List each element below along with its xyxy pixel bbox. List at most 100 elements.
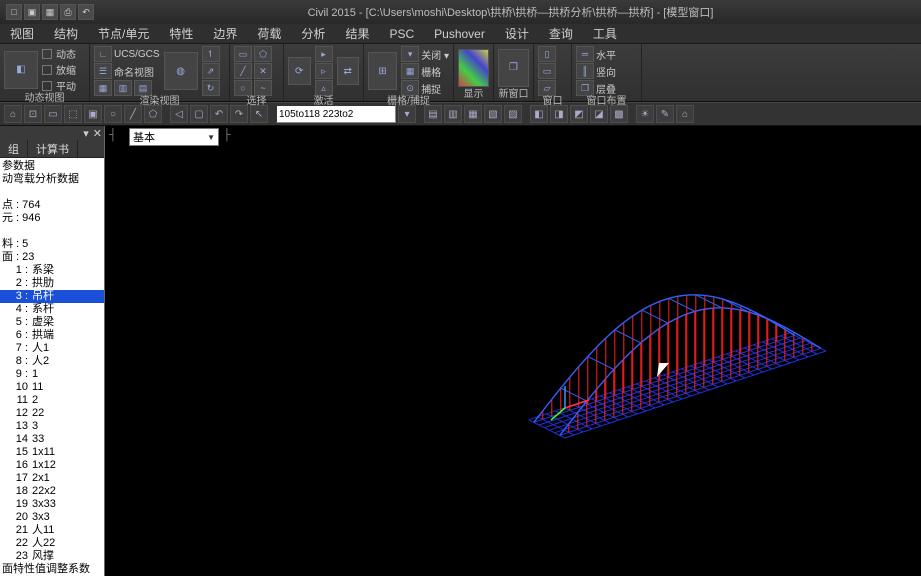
tb-pointer-icon[interactable]: ↖ xyxy=(250,105,268,123)
sel-cross-icon[interactable]: ✕ xyxy=(254,63,272,79)
menu-result[interactable]: 结果 xyxy=(335,24,379,43)
tb-poly-icon[interactable]: ⬠ xyxy=(144,105,162,123)
selection-input[interactable] xyxy=(276,105,396,123)
arrow-diag-icon[interactable]: ⇗ xyxy=(202,63,220,79)
tb-h-icon[interactable]: ◩ xyxy=(570,105,588,123)
qat-new-icon[interactable]: □ xyxy=(6,4,22,20)
tb-line-icon[interactable]: ╱ xyxy=(124,105,142,123)
menu-boundary[interactable]: 边界 xyxy=(203,24,247,43)
tree-node[interactable]: 元 : 946 xyxy=(0,212,104,225)
tb-f-icon[interactable]: ◧ xyxy=(530,105,548,123)
arrow-rot-icon[interactable]: ↻ xyxy=(202,80,220,96)
grid-icon[interactable]: ▦ xyxy=(401,63,419,79)
menu-load[interactable]: 荷载 xyxy=(247,24,291,43)
rotate-check[interactable]: 平动 xyxy=(56,78,76,93)
tree-node[interactable]: 1822x2 xyxy=(0,485,104,498)
qat-open-icon[interactable]: ▣ xyxy=(24,4,40,20)
arrow-up-icon[interactable]: ↿ xyxy=(202,46,220,62)
tree-node[interactable] xyxy=(0,186,104,199)
menu-design[interactable]: 设计 xyxy=(495,24,539,43)
tree-node[interactable]: 112 xyxy=(0,394,104,407)
tree-node[interactable]: 23风撑 xyxy=(0,550,104,563)
tb-sel3-icon[interactable]: ▣ xyxy=(84,105,102,123)
tree-node[interactable]: 22人22 xyxy=(0,537,104,550)
tree-node[interactable]: 参数据 xyxy=(0,160,104,173)
layout-v-icon[interactable]: ║ xyxy=(576,63,594,79)
tree-node[interactable]: 动弯载分析数据 xyxy=(0,173,104,186)
named-view-icon[interactable]: ☰ xyxy=(94,63,112,79)
tree-node[interactable]: 料 : 5 xyxy=(0,238,104,251)
menu-tools[interactable]: 工具 xyxy=(583,24,627,43)
new-window-button[interactable]: ❐ xyxy=(498,49,529,87)
tb-sel2-icon[interactable]: ⬚ xyxy=(64,105,82,123)
layout-c-icon[interactable]: ❐ xyxy=(576,80,594,96)
menu-node-element[interactable]: 节点/单元 xyxy=(88,24,159,43)
render-fill-icon[interactable]: ▦ xyxy=(94,80,112,96)
dynamic-check[interactable]: 动态 xyxy=(56,46,76,61)
menu-psc[interactable]: PSC xyxy=(379,24,424,43)
tree-node[interactable]: 3 :吊杆 xyxy=(0,290,104,303)
sel-box-icon[interactable]: ▭ xyxy=(234,46,252,62)
vp-handle-right-icon[interactable]: ├ xyxy=(223,129,239,145)
tree-node[interactable]: 161x12 xyxy=(0,459,104,472)
transform-button[interactable]: ⇄ xyxy=(337,57,360,85)
tree-node[interactable]: 面特性值调整系数 xyxy=(0,563,104,576)
tb-k-icon[interactable]: ☀ xyxy=(636,105,654,123)
layout-h-icon[interactable]: ═ xyxy=(576,46,594,62)
tree-node[interactable]: 4 :系杆 xyxy=(0,303,104,316)
tree-node[interactable]: 面 : 23 xyxy=(0,251,104,264)
tree-node[interactable]: 21人11 xyxy=(0,524,104,537)
model-viewport[interactable]: ┤ 基本▼ ├ xyxy=(105,126,921,576)
tree-node[interactable] xyxy=(0,225,104,238)
qat-print-icon[interactable]: ⎙ xyxy=(60,4,76,20)
tb-c-icon[interactable]: ▦ xyxy=(464,105,482,123)
tree-node[interactable]: 1222 xyxy=(0,407,104,420)
tb-sel4-icon[interactable]: ▢ xyxy=(190,105,208,123)
tb-e-icon[interactable]: ▨ xyxy=(504,105,522,123)
ucs-icon[interactable]: ∟ xyxy=(94,46,112,62)
tb-b-icon[interactable]: ▥ xyxy=(444,105,462,123)
display-button[interactable] xyxy=(458,49,489,87)
qat-save-icon[interactable]: ▦ xyxy=(42,4,58,20)
tree-view[interactable]: 参数据动弯载分析数据 点 : 764元 : 946 料 : 5面 : 231 :… xyxy=(0,158,104,576)
snap-icon[interactable]: ⊙ xyxy=(401,80,419,96)
tree-node[interactable]: 7 :人1 xyxy=(0,342,104,355)
tree-node[interactable]: 133 xyxy=(0,420,104,433)
sel-poly-icon[interactable]: ⬠ xyxy=(254,46,272,62)
tree-node[interactable]: 203x3 xyxy=(0,511,104,524)
sel-free-icon[interactable]: ~ xyxy=(254,80,272,96)
tb-d-icon[interactable]: ▧ xyxy=(484,105,502,123)
tree-node[interactable]: 5 :虚梁 xyxy=(0,316,104,329)
tree-node[interactable]: 9 :1 xyxy=(0,368,104,381)
panel-min-icon[interactable]: ▾ xyxy=(83,127,89,140)
tb-sel1-icon[interactable]: ▭ xyxy=(44,105,62,123)
menu-view[interactable]: 视图 xyxy=(0,24,44,43)
translate-check[interactable]: 放缩 xyxy=(56,62,76,77)
tb-undo-icon[interactable]: ↶ xyxy=(210,105,228,123)
tb-prev-icon[interactable]: ◁ xyxy=(170,105,188,123)
menu-structure[interactable]: 结构 xyxy=(44,24,88,43)
menu-pushover[interactable]: Pushover xyxy=(424,24,495,43)
tree-node[interactable]: 点 : 764 xyxy=(0,199,104,212)
tree-node[interactable]: 151x11 xyxy=(0,446,104,459)
tree-node[interactable]: 1 :系梁 xyxy=(0,264,104,277)
tb-down-icon[interactable]: ▾ xyxy=(398,105,416,123)
act-2-icon[interactable]: ▹ xyxy=(315,63,333,79)
close-btn[interactable]: ▾ xyxy=(401,46,419,62)
tab-group[interactable]: 组 xyxy=(0,140,28,157)
tb-redo-icon[interactable]: ↷ xyxy=(230,105,248,123)
win-1-icon[interactable]: ▯ xyxy=(538,46,556,62)
view-combo[interactable]: 基本▼ xyxy=(129,128,219,146)
act-3-icon[interactable]: ▵ xyxy=(315,80,333,96)
tree-node[interactable]: 2 :拱肋 xyxy=(0,277,104,290)
tree-node[interactable]: 1433 xyxy=(0,433,104,446)
sel-circ-icon[interactable]: ○ xyxy=(234,80,252,96)
render-button[interactable]: ◍ xyxy=(164,52,198,90)
qat-undo-icon[interactable]: ↶ xyxy=(78,4,94,20)
tab-report[interactable]: 计算书 xyxy=(28,140,78,157)
tb-home-icon[interactable]: ⌂ xyxy=(4,105,22,123)
act-1-icon[interactable]: ▸ xyxy=(315,46,333,62)
all-button[interactable]: ⊞ xyxy=(368,52,397,90)
vp-handle-left-icon[interactable]: ┤ xyxy=(109,129,125,145)
tb-g-icon[interactable]: ◨ xyxy=(550,105,568,123)
